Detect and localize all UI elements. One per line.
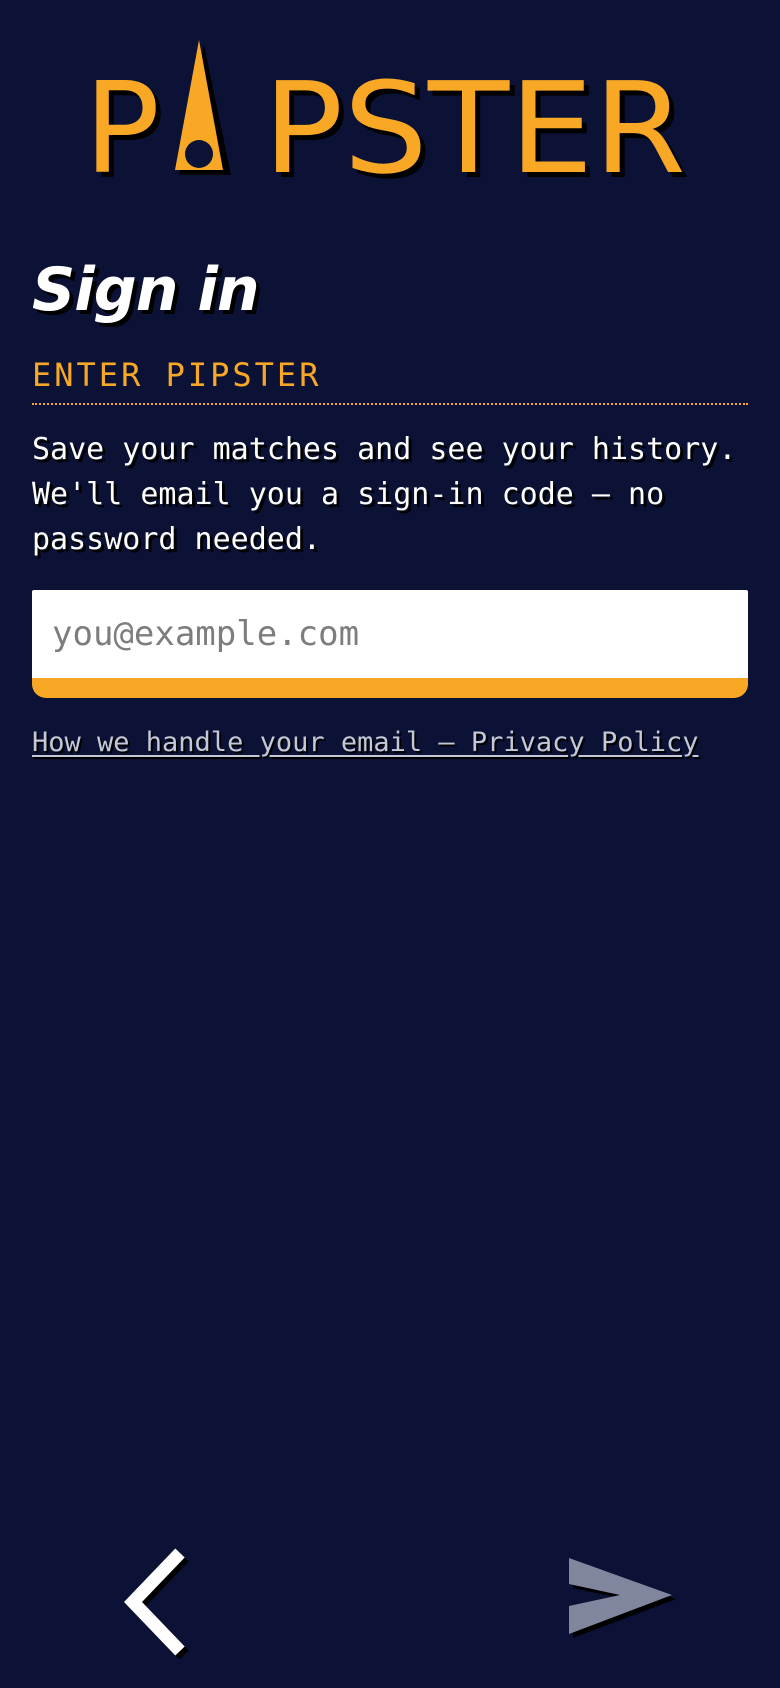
privacy-policy-link[interactable]: How we handle your email — Privacy Polic… xyxy=(32,723,698,763)
sign-in-description: Save your matches and see your history. … xyxy=(32,432,737,557)
next-button[interactable] xyxy=(560,1552,680,1652)
logo-text-p: P xyxy=(84,55,160,186)
email-field[interactable] xyxy=(32,590,748,678)
back-button[interactable] xyxy=(118,1545,208,1660)
pipster-logo: P P PSTER PSTER xyxy=(84,40,691,186)
send-arrow-icon xyxy=(569,1558,676,1638)
pin-needle-icon xyxy=(175,40,231,175)
chevron-left-icon xyxy=(123,1548,189,1660)
logo-text-rest: PSTER xyxy=(263,55,686,186)
page-title: Sign in xyxy=(32,255,260,325)
dotted-divider xyxy=(32,403,748,405)
section-eyebrow: ENTER PIPSTER xyxy=(32,356,322,394)
email-field-container xyxy=(32,590,748,698)
